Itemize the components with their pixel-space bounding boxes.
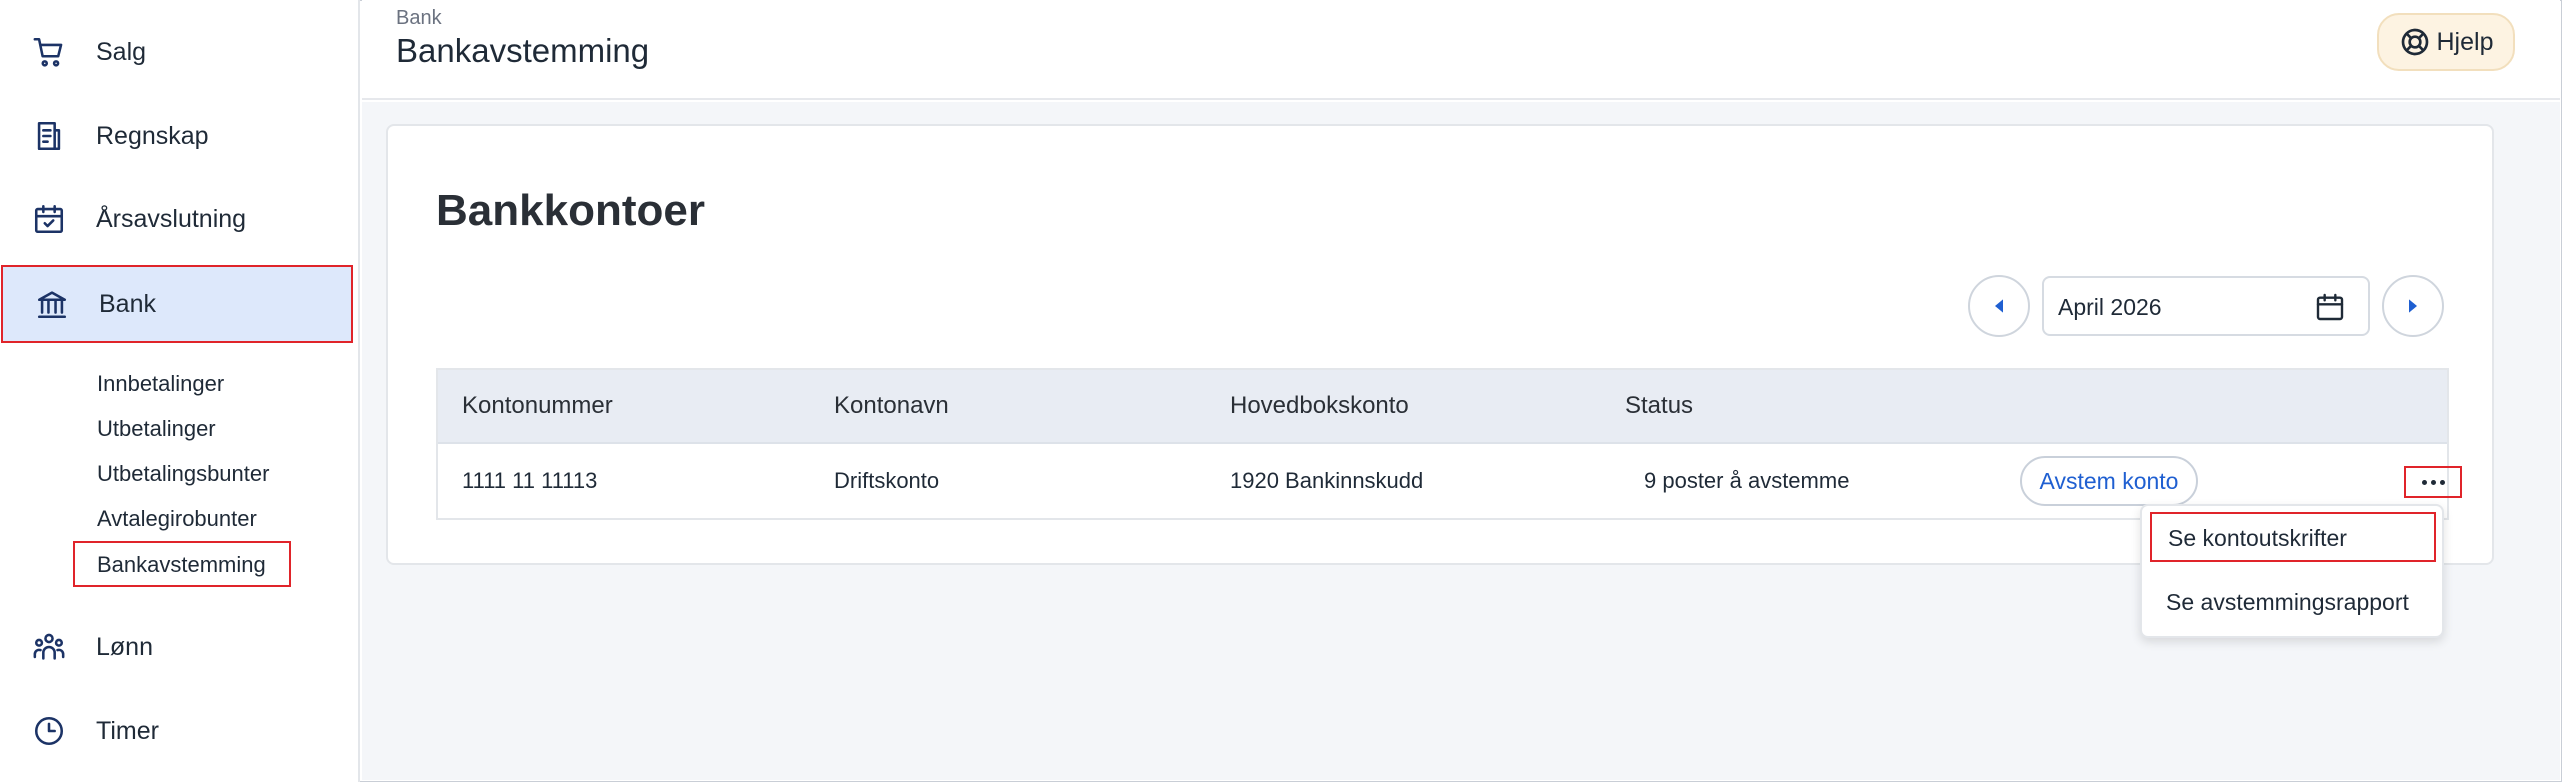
- bank-accounts-card: Bankkontoer April 2026 Kontonummer Konto…: [386, 124, 2494, 565]
- cell-hovedbokskonto: 1920 Bankinnskudd: [1230, 468, 1424, 493]
- ledger-icon: [30, 117, 68, 155]
- more-icon-dot: [2430, 479, 2436, 485]
- sidebar-item-label: Salg: [96, 37, 147, 66]
- bank-accounts-table: Kontonummer Kontonavn Hovedbokskonto Sta…: [436, 368, 2462, 520]
- sidebar-subitem-utbetalingsbunter[interactable]: Utbetalingsbunter: [97, 456, 269, 492]
- help-button[interactable]: Hjelp: [2377, 13, 2515, 71]
- cell-kontonummer: 1111 11 11113: [462, 468, 598, 493]
- sidebar: Salg Regnskap Årsavslutning Bank Innbeta…: [0, 0, 360, 782]
- more-icon-dot: [2439, 479, 2445, 485]
- chevron-left-icon: [1995, 299, 2003, 313]
- table-header: Kontonummer Kontonavn Hovedbokskonto Sta…: [438, 370, 2447, 444]
- row-actions-menu: Se kontoutskrifter Se avstemmingsrapport: [2140, 504, 2444, 638]
- sidebar-item-timer[interactable]: Timer: [0, 692, 353, 770]
- cell-status: 9 poster å avstemme: [1644, 468, 1850, 493]
- column-header-kontonavn: Kontonavn: [834, 392, 949, 419]
- sidebar-item-salg[interactable]: Salg: [0, 13, 353, 91]
- sidebar-item-lonn[interactable]: Lønn: [0, 608, 353, 686]
- clock-icon: [30, 712, 68, 750]
- sidebar-item-regnskap[interactable]: Regnskap: [0, 97, 353, 175]
- more-icon: [2421, 479, 2427, 485]
- sidebar-subitem-innbetalinger[interactable]: Innbetalinger: [97, 366, 224, 402]
- column-header-kontonummer: Kontonummer: [462, 392, 613, 419]
- breadcrumb[interactable]: Bank: [396, 7, 442, 30]
- month-picker[interactable]: April 2026: [2042, 276, 2370, 336]
- prev-month-button[interactable]: [1968, 275, 2030, 337]
- sidebar-subitem-utbetalinger[interactable]: Utbetalinger: [97, 411, 216, 447]
- menu-item-se-kontoutskrifter[interactable]: Se kontoutskrifter: [2150, 512, 2436, 562]
- sidebar-subitem-avtalegirobunter[interactable]: Avtalegirobunter: [97, 501, 257, 537]
- sidebar-item-arsavslutning[interactable]: Årsavslutning: [0, 180, 353, 258]
- chevron-right-icon: [2409, 299, 2417, 313]
- sidebar-item-label: Lønn: [96, 632, 153, 661]
- sidebar-item-label: Bank: [99, 289, 156, 318]
- next-month-button[interactable]: [2382, 275, 2444, 337]
- sidebar-item-label: Timer: [96, 716, 159, 745]
- help-label: Hjelp: [2436, 27, 2494, 56]
- sidebar-subitem-bankavstemming[interactable]: Bankavstemming: [73, 541, 291, 587]
- reconcile-account-button[interactable]: Avstem konto: [2020, 456, 2198, 506]
- lifebuoy-icon: [2401, 28, 2428, 56]
- column-header-status: Status: [1625, 392, 1694, 419]
- card-title: Bankkontoer: [436, 186, 705, 235]
- cell-kontonavn: Driftskonto: [834, 468, 940, 493]
- calendar-check-icon: [30, 200, 68, 238]
- main-content: Bankkontoer April 2026 Kontonummer Konto…: [362, 102, 2560, 780]
- sidebar-item-label: Regnskap: [96, 121, 209, 150]
- menu-item-se-avstemmingsrapport[interactable]: Se avstemmingsrapport: [2150, 578, 2436, 628]
- page-header: Bank Bankavstemming Hjelp: [362, 0, 2560, 100]
- sidebar-item-bank[interactable]: Bank: [1, 265, 353, 343]
- column-header-hovedbokskonto: Hovedbokskonto: [1230, 392, 1409, 419]
- page-title: Bankavstemming: [396, 32, 650, 69]
- cart-icon: [30, 33, 68, 71]
- more-options-button[interactable]: [2404, 466, 2462, 498]
- people-icon: [30, 628, 68, 666]
- bank-icon: [33, 285, 71, 323]
- sidebar-item-label: Årsavslutning: [96, 204, 247, 233]
- month-picker-value: April 2026: [2058, 294, 2162, 320]
- calendar-icon[interactable]: [2314, 291, 2346, 323]
